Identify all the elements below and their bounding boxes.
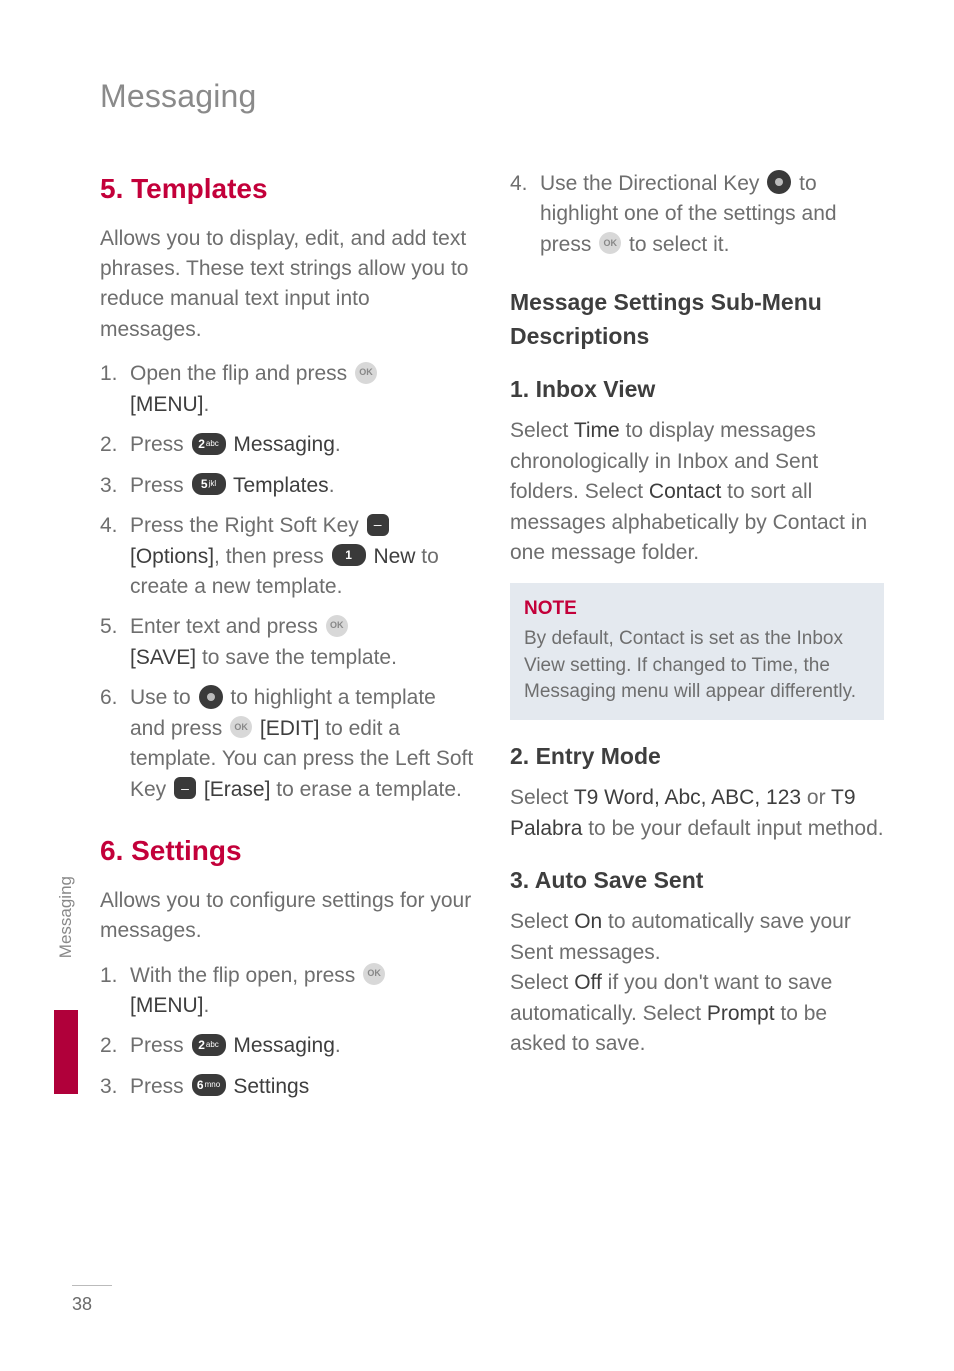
- entry-mode-text: Select T9 Word, Abc, ABC, 123 or T9 Pala…: [510, 783, 884, 844]
- step-text: to select it.: [623, 233, 729, 256]
- list-item: 6. Use to to highlight a template and pr…: [100, 683, 474, 805]
- auto-save-text: Select On to automatically save your Sen…: [510, 907, 884, 1059]
- messaging-label: Messaging: [228, 433, 335, 456]
- step-text: Use to: [130, 686, 197, 709]
- step-text: .: [335, 433, 341, 456]
- side-tab-bar: [54, 1010, 78, 1094]
- note-title: NOTE: [524, 595, 870, 623]
- step-number: 3.: [100, 1072, 130, 1102]
- inbox-view-text: Select Time to display messages chronolo…: [510, 416, 884, 568]
- step-number: 4.: [510, 169, 540, 260]
- key-2-icon: 2abc: [192, 1034, 226, 1056]
- templates-label: Templates: [228, 474, 329, 497]
- options-label: [Options]: [130, 545, 214, 568]
- ok-key-icon: OK: [599, 232, 621, 254]
- section-6-intro: Allows you to configure settings for you…: [100, 886, 474, 947]
- step-number: 1.: [100, 359, 130, 420]
- auto-save-heading: 3. Auto Save Sent: [510, 864, 884, 897]
- inbox-view-heading: 1. Inbox View: [510, 373, 884, 406]
- list-item: 3. Press 5jkl Templates.: [100, 471, 474, 501]
- ok-key-icon: OK: [355, 362, 377, 384]
- step-number: 5.: [100, 612, 130, 673]
- step-text: .: [329, 474, 335, 497]
- step-text: to erase a template.: [270, 778, 461, 801]
- step-text: Open the flip and press: [130, 362, 353, 385]
- page-title: Messaging: [100, 78, 884, 115]
- list-item: 1. Open the flip and press OK [MENU].: [100, 359, 474, 420]
- step-number: 2.: [100, 430, 130, 460]
- edit-label: [EDIT]: [254, 717, 319, 740]
- content-columns: 5. Templates Allows you to display, edit…: [100, 169, 884, 1128]
- step-text: Press: [130, 1075, 190, 1098]
- right-column: 4. Use the Directional Key to highlight …: [510, 169, 884, 1128]
- step-text: Press the Right Soft Key: [130, 514, 365, 537]
- list-item: 4. Press the Right Soft Key – [Options],…: [100, 511, 474, 602]
- save-label: [SAVE]: [130, 646, 196, 669]
- list-item: 4. Use the Directional Key to highlight …: [510, 169, 884, 260]
- settings-label: Settings: [228, 1075, 310, 1098]
- list-item: 2. Press 2abc Messaging.: [100, 430, 474, 460]
- step-text: With the flip open, press: [130, 964, 361, 987]
- ok-key-icon: OK: [326, 615, 348, 637]
- right-soft-key-icon: –: [367, 514, 389, 536]
- left-soft-key-icon: –: [174, 777, 196, 799]
- step-number: 6.: [100, 683, 130, 805]
- section-5-title: 5. Templates: [100, 169, 474, 210]
- list-item: 1. With the flip open, press OK [MENU].: [100, 961, 474, 1022]
- directional-key-icon: [199, 685, 223, 709]
- step-text: , then press: [214, 545, 330, 568]
- step-text: .: [204, 994, 210, 1017]
- step-number: 4.: [100, 511, 130, 602]
- page-number: 38: [72, 1285, 112, 1315]
- key-5-icon: 5jkl: [192, 473, 226, 495]
- menu-label: [MENU]: [130, 393, 204, 416]
- step-text: to save the template.: [196, 646, 397, 669]
- ok-key-icon: OK: [230, 716, 252, 738]
- step-text: Use the Directional Key: [540, 172, 765, 195]
- ok-key-icon: OK: [363, 963, 385, 985]
- menu-label: [MENU]: [130, 994, 204, 1017]
- section-5-intro: Allows you to display, edit, and add tex…: [100, 224, 474, 346]
- step-text: .: [335, 1034, 341, 1057]
- step-text: .: [204, 393, 210, 416]
- erase-label: [Erase]: [204, 778, 271, 801]
- side-tab-label: Messaging: [56, 876, 76, 958]
- right-steps-continued: 4. Use the Directional Key to highlight …: [510, 169, 884, 260]
- entry-mode-heading: 2. Entry Mode: [510, 740, 884, 773]
- key-6-icon: 6mno: [192, 1074, 226, 1096]
- step-text: Press: [130, 1034, 190, 1057]
- section-6-steps: 1. With the flip open, press OK [MENU]. …: [100, 961, 474, 1103]
- messaging-label: Messaging: [228, 1034, 335, 1057]
- list-item: 2. Press 2abc Messaging.: [100, 1031, 474, 1061]
- section-6-title: 6. Settings: [100, 831, 474, 872]
- step-number: 3.: [100, 471, 130, 501]
- step-number: 1.: [100, 961, 130, 1022]
- key-2-icon: 2abc: [192, 433, 226, 455]
- note-body: By default, Contact is set as the Inbox …: [524, 626, 870, 706]
- step-number: 2.: [100, 1031, 130, 1061]
- step-text: Enter text and press: [130, 615, 324, 638]
- step-text: Press: [130, 433, 190, 456]
- new-label: New: [373, 545, 415, 568]
- step-text: Press: [130, 474, 190, 497]
- note-box: NOTE By default, Contact is set as the I…: [510, 583, 884, 720]
- sub-menu-heading: Message Settings Sub-Menu Descriptions: [510, 286, 884, 353]
- left-column: 5. Templates Allows you to display, edit…: [100, 169, 474, 1128]
- list-item: 3. Press 6mno Settings: [100, 1072, 474, 1102]
- directional-key-icon: [767, 170, 791, 194]
- section-5-steps: 1. Open the flip and press OK [MENU]. 2.…: [100, 359, 474, 805]
- list-item: 5. Enter text and press OK [SAVE] to sav…: [100, 612, 474, 673]
- key-1-icon: 1: [332, 544, 366, 566]
